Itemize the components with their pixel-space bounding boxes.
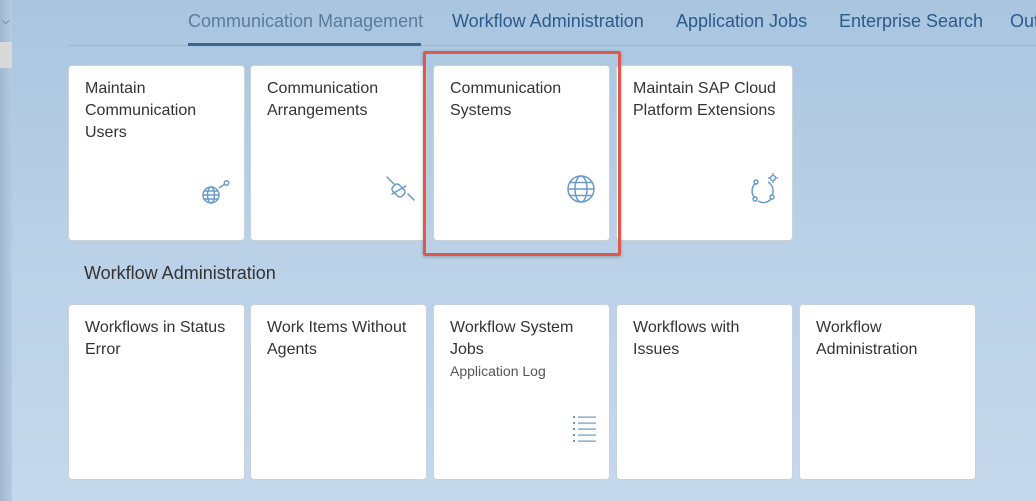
disconnected-icon — [386, 176, 415, 201]
tab-application-jobs[interactable]: Application Jobs — [676, 11, 807, 32]
tile-workflows-with-issues[interactable]: Workflows with Issues — [616, 304, 793, 480]
tab-communication-management[interactable]: Communication Management — [188, 11, 423, 32]
globe-icon — [567, 175, 595, 203]
tab-bar: Communication Management Workflow Admini… — [0, 0, 1036, 46]
tile-subtitle: Application Log — [450, 363, 546, 379]
tile-workflows-in-status-error[interactable]: Workflows in Status Error — [68, 304, 245, 480]
side-panel-edge: ⌵ — [0, 0, 12, 501]
tab-overflow[interactable]: Out — [1010, 11, 1036, 32]
active-tab-indicator — [188, 43, 421, 46]
tile-workflow-system-jobs[interactable]: Workflow System Jobs Application Log — [433, 304, 610, 480]
tab-workflow-administration[interactable]: Workflow Administration — [452, 11, 644, 32]
tile-title: Work Items Without Agents — [267, 319, 407, 358]
tile-workflow-administration[interactable]: Workflow Administration — [799, 304, 976, 480]
tile-title: Maintain Communication Users — [85, 80, 197, 141]
network-settings-icon — [751, 173, 778, 204]
tile-title: Workflow System Jobs — [450, 319, 574, 358]
section-title-workflow-administration: Workflow Administration — [84, 263, 276, 283]
tile-communication-arrangements[interactable]: Communication Arrangements — [250, 65, 427, 241]
tile-title: Communication Arrangements — [267, 80, 379, 119]
list-icon — [573, 416, 596, 442]
globe-user-icon — [202, 180, 230, 204]
tile-title: Workflow Administration — [816, 319, 918, 358]
tile-title: Workflows with Issues — [633, 319, 740, 358]
tab-enterprise-search[interactable]: Enterprise Search — [839, 11, 983, 32]
tile-title: Maintain SAP Cloud Platform Extensions — [633, 80, 776, 119]
tile-title: Communication Systems — [450, 80, 562, 119]
tile-maintain-sap-cloud-platform-extensions[interactable]: Maintain SAP Cloud Platform Extensions — [616, 65, 793, 241]
tile-title: Workflows in Status Error — [85, 319, 226, 358]
tile-communication-systems[interactable]: Communication Systems — [433, 65, 610, 241]
tile-maintain-communication-users[interactable]: Maintain Communication Users — [68, 65, 245, 241]
tile-work-items-without-agents[interactable]: Work Items Without Agents — [250, 304, 427, 480]
